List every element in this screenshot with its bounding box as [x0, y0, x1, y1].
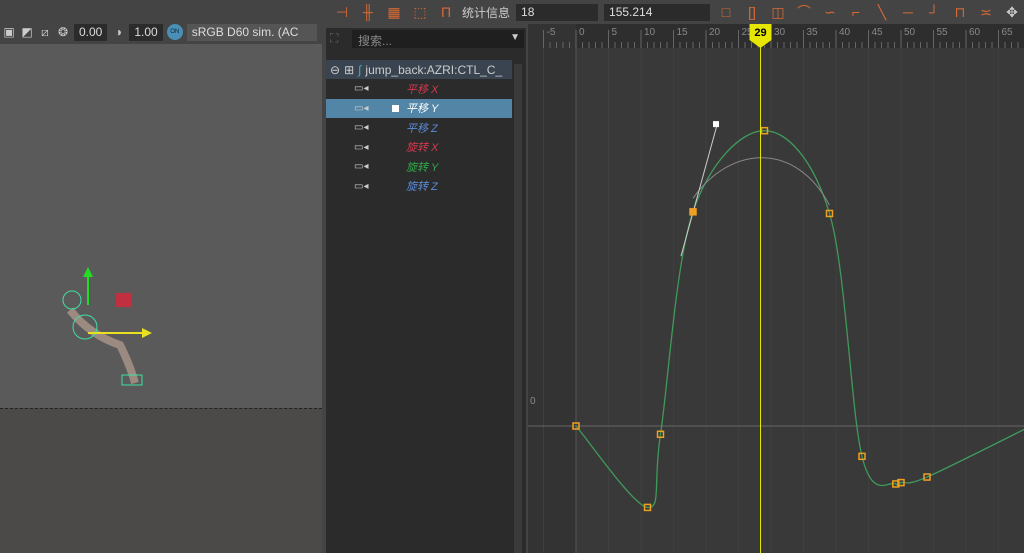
move-nearest-key-icon[interactable]: ⊣	[332, 4, 352, 21]
plateau-tangent-icon[interactable]: ⊓	[950, 4, 970, 21]
animation-curve	[575, 130, 1024, 509]
channel-label: 平移 Y	[406, 103, 439, 115]
step-tangent-icon[interactable]: ┘	[924, 4, 944, 20]
expand-icon[interactable]: ⊞	[344, 63, 354, 77]
curve-icon: ∫	[358, 62, 362, 77]
stats-label: 统计信息	[462, 5, 511, 20]
pin-icon[interactable]: ▭◂	[354, 142, 368, 153]
graph-editor: ⊣ ╫ ▦ ⬚ Π 统计信息 18 155.214 □ [] ◫ ⌒ ∽ ⌐ ╲…	[322, 0, 1024, 553]
value-field[interactable]: 155.214	[604, 3, 711, 21]
clamped-tangent-icon[interactable]: ⌐	[846, 4, 866, 20]
ruler-label: 30	[774, 27, 786, 38]
tangent-handle	[680, 124, 718, 257]
region-select-icon[interactable]: ⬚	[410, 4, 430, 21]
ruler-label: 45	[872, 27, 884, 38]
auto-tangent-icon[interactable]: ⌒	[794, 2, 814, 22]
ruler-label: 0	[579, 27, 585, 38]
channel-row[interactable]: ▭◂ 平移 Y	[326, 98, 512, 118]
ruler-label: 35	[807, 27, 819, 38]
tangent-handle-key[interactable]	[713, 121, 719, 128]
ruler-label: 15	[677, 27, 689, 38]
checkbox[interactable]	[392, 104, 399, 112]
pin-icon[interactable]: ▭◂	[354, 161, 368, 172]
collapse-icon[interactable]: ⊖	[330, 63, 340, 77]
frame-playback-icon[interactable]: []	[742, 4, 762, 20]
colorspace-select[interactable]: sRGB D60 sim. (AC	[186, 23, 317, 41]
linear-tangent-icon[interactable]: ╲	[872, 4, 892, 21]
ground-plane	[0, 408, 322, 553]
filter-icon[interactable]: ⛶	[330, 31, 338, 46]
channel-row[interactable]: ▭◂ 旋转 Z	[326, 177, 512, 196]
chevron-down-icon[interactable]: ▼	[510, 32, 520, 43]
outliner-scrollbar[interactable]	[514, 64, 522, 553]
ruler-label: 10	[644, 27, 656, 38]
resolution-gate-icon[interactable]: ⧄	[38, 25, 52, 39]
ruler-label: 40	[839, 27, 851, 38]
ruler-label: 5	[612, 27, 618, 38]
viewport-toolbar: ▣ ◩ ⧄ ❂ 0.00 ◑ 1.00 ON sRGB D60 sim. (AC	[0, 20, 322, 44]
spline-tangent-icon[interactable]: ∽	[820, 4, 840, 21]
viewport-menu	[0, 0, 322, 20]
ruler-label: 60	[969, 27, 981, 38]
retime-icon[interactable]: Π	[436, 4, 456, 20]
isolate-icon[interactable]: ◩	[20, 25, 34, 39]
exposure-icon[interactable]: ❂	[56, 25, 70, 39]
graph-toolbar: ⊣ ╫ ▦ ⬚ Π 统计信息 18 155.214 □ [] ◫ ⌒ ∽ ⌐ ╲…	[322, 0, 1024, 24]
channel-label: 旋转 Z	[406, 181, 438, 193]
ruler-label: 50	[904, 27, 916, 38]
viewport-3d[interactable]: ▣ ◩ ⧄ ❂ 0.00 ◑ 1.00 ON sRGB D60 sim. (AC	[0, 0, 322, 553]
current-frame-label: 29	[754, 27, 766, 39]
gamma-field[interactable]: 1.00	[129, 23, 163, 41]
node-label: jump_back:AZRI:CTL_C_	[365, 62, 503, 77]
pin-icon[interactable]: ▭◂	[354, 122, 368, 133]
channel-row[interactable]: ▭◂ 平移 X	[326, 79, 512, 98]
flat-tangent-icon[interactable]: ─	[898, 4, 918, 20]
exposure-field[interactable]: 0.00	[74, 23, 108, 41]
character-rig[interactable]	[50, 265, 160, 395]
keyframe[interactable]	[689, 208, 697, 216]
zero-label: 0	[530, 396, 536, 407]
channel-row[interactable]: ▭◂ 旋转 Y	[326, 157, 512, 176]
channel-label: 旋转 Y	[406, 161, 439, 174]
center-current-icon[interactable]: ◫	[768, 4, 788, 21]
ruler-label: 55	[937, 27, 949, 38]
pin-icon[interactable]: ▭◂	[354, 103, 368, 114]
insert-key-icon[interactable]: ╫	[358, 4, 378, 20]
frame-field[interactable]: 18	[516, 3, 599, 21]
negative-range	[528, 24, 576, 553]
channel-row[interactable]: ▭◂ 平移 Z	[326, 118, 512, 137]
buffer-curve-icon[interactable]: ≍	[976, 4, 996, 21]
xray-icon[interactable]: ▣	[2, 25, 16, 39]
graph-view[interactable]: -5 0 5 10 15 20 25 30 35 40 45 50 55 60 65 0 29	[528, 24, 1024, 553]
lattice-deform-icon[interactable]: ▦	[384, 4, 404, 21]
ruler-label: 65	[1002, 27, 1014, 38]
move-keys-icon[interactable]: ✥	[1002, 4, 1022, 21]
channel-label: 旋转 X	[406, 142, 439, 154]
pin-icon[interactable]: ▭◂	[354, 83, 368, 94]
search-placeholder: 搜索...	[358, 34, 393, 48]
channel-row[interactable]: ▭◂ 旋转 X	[326, 138, 512, 157]
color-management-toggle[interactable]: ON	[166, 24, 183, 40]
frame-all-icon[interactable]: □	[716, 4, 736, 20]
outliner-node[interactable]: ⊖ ⊞ ∫ jump_back:AZRI:CTL_C_	[326, 60, 512, 79]
ruler-label: -5	[547, 27, 556, 38]
outliner-panel: ⛶ 搜索... ▼ ⊖ ⊞ ∫ jump_back:AZRI:CTL_C_ ▭◂ 平…	[326, 28, 526, 553]
pin-icon[interactable]: ▭◂	[354, 181, 368, 192]
ruler-label: 20	[709, 27, 721, 38]
gamma-icon[interactable]: ◑	[111, 25, 125, 39]
channel-label: 平移 Z	[406, 122, 438, 135]
search-input[interactable]: 搜索... ▼	[352, 30, 524, 48]
channel-label: 平移 X	[406, 83, 439, 96]
